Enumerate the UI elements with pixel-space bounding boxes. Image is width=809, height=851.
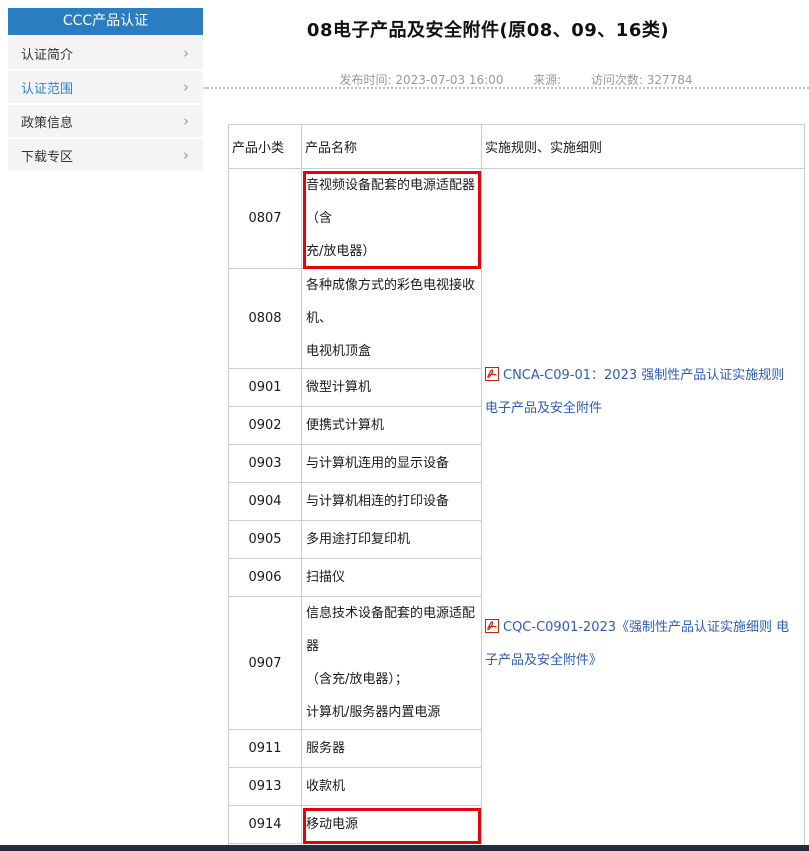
rule-pdf-link-label: CNCA-C09-01：2023 强制性产品认证实施规则 电子产品及安全附件 <box>485 368 785 416</box>
product-name-cell: 收款机 <box>301 767 482 806</box>
product-name: 收款机 <box>306 779 346 794</box>
product-name: 与计算机相连的打印设备 <box>306 494 450 509</box>
table-row: 0807 音视频设备配套的电源适配器（含 充/放电器） CNCA-C09-01：20… <box>228 168 805 851</box>
product-name: 信息技术设备配套的电源适配器 （含充/放电器）； 计算机/服务器内置电源 <box>306 606 476 720</box>
product-name-cell: 移动电源 <box>301 805 482 844</box>
product-code: 0905 <box>228 520 302 559</box>
sidebar-item-label: 认证范围 <box>21 81 74 97</box>
product-name: 便携式计算机 <box>306 418 385 433</box>
sidebar-item-policy[interactable]: 政策信息 › <box>8 105 203 137</box>
pdf-icon <box>485 613 499 633</box>
sidebar-title: CCC产品认证 <box>8 8 203 35</box>
sidebar-item-label: 认证简介 <box>21 47 74 63</box>
product-name-cell: 多用途打印复印机 <box>301 520 482 559</box>
footer-bar <box>0 845 809 851</box>
product-name-cell: 音视频设备配套的电源适配器（含 充/放电器） <box>301 168 482 269</box>
rule-pdf-link-label: CQC-C0901-2023《强制性产品认证实施细则 电子产品及安全附件》 <box>485 620 790 668</box>
product-name-cell: 各种成像方式的彩色电视接收机、 电视机顶盒 <box>301 268 482 369</box>
sidebar-item-scope[interactable]: 认证范围 › <box>8 71 203 103</box>
chevron-right-icon: › <box>183 145 189 164</box>
product-name-cell: 微型计算机 <box>301 368 482 407</box>
table-body: 0807 音视频设备配套的电源适配器（含 充/放电器） CNCA-C09-01：20… <box>228 168 805 851</box>
product-name: 与计算机连用的显示设备 <box>306 456 450 471</box>
pdf-icon <box>485 361 499 381</box>
table-header-row: 产品小类 产品名称 实施规则、实施细则 <box>228 124 805 169</box>
sidebar-item-label: 下载专区 <box>21 149 74 165</box>
publish-time-value: 2023-07-03 16:00 <box>395 73 504 87</box>
sidebar-item-download[interactable]: 下载专区 › <box>8 139 203 171</box>
product-name-cell: 便携式计算机 <box>301 406 482 445</box>
column-header-product-name: 产品名称 <box>301 124 482 169</box>
sidebar: CCC产品认证 认证简介 › 认证范围 › 政策信息 › 下载专区 › <box>8 8 203 171</box>
product-name: 多用途打印复印机 <box>306 532 411 547</box>
product-name: 微型计算机 <box>306 380 372 395</box>
product-code: 0807 <box>228 168 302 269</box>
source-label: 来源: <box>533 73 562 87</box>
product-code: 0911 <box>228 729 302 768</box>
product-code: 0914 <box>228 805 302 844</box>
chevron-right-icon: › <box>183 77 189 96</box>
product-code: 0808 <box>228 268 302 369</box>
products-table: 产品小类 产品名称 实施规则、实施细则 0807 音视频设备配套的电源适配器（含 … <box>228 124 805 851</box>
product-code: 0904 <box>228 482 302 521</box>
product-code: 0907 <box>228 596 302 730</box>
page-title: 08电子产品及安全附件(原08、09、16类) <box>306 20 670 41</box>
visits-value: 327784 <box>646 73 693 87</box>
sidebar-menu: 认证简介 › 认证范围 › 政策信息 › 下载专区 › <box>8 37 203 171</box>
product-name: 扫描仪 <box>306 570 346 585</box>
product-name-cell: 信息技术设备配套的电源适配器 （含充/放电器）； 计算机/服务器内置电源 <box>301 596 482 730</box>
product-name: 移动电源 <box>306 817 359 832</box>
product-name: 各种成像方式的彩色电视接收机、 电视机顶盒 <box>306 278 476 359</box>
product-name-cell: 与计算机相连的打印设备 <box>301 482 482 521</box>
product-code: 0902 <box>228 406 302 445</box>
product-name-cell: 与计算机连用的显示设备 <box>301 444 482 483</box>
product-name-cell: 扫描仪 <box>301 558 482 597</box>
chevron-right-icon: › <box>183 43 189 62</box>
product-name-cell: 服务器 <box>301 729 482 768</box>
product-code: 0901 <box>228 368 302 407</box>
product-code: 0903 <box>228 444 302 483</box>
product-name: 服务器 <box>306 741 346 756</box>
visits-label: 访问次数: <box>590 73 643 87</box>
rules-cell: CNCA-C09-01：2023 强制性产品认证实施规则 电子产品及安全附件 CQ… <box>481 168 805 851</box>
dotted-divider <box>204 87 809 89</box>
rule-pdf-link[interactable]: CQC-C0901-2023《强制性产品认证实施细则 电子产品及安全附件》 <box>485 611 801 677</box>
column-header-subclass: 产品小类 <box>228 124 302 169</box>
article-meta: 发布时间: 2023-07-03 16:00 来源: 访问次数: 327784 <box>228 71 804 88</box>
product-name: 音视频设备配套的电源适配器（含 充/放电器） <box>306 178 476 259</box>
column-header-rules: 实施规则、实施细则 <box>481 124 805 169</box>
sidebar-item-label: 政策信息 <box>21 115 74 131</box>
product-code: 0906 <box>228 558 302 597</box>
rule-pdf-link[interactable]: CNCA-C09-01：2023 强制性产品认证实施规则 电子产品及安全附件 <box>485 359 801 425</box>
product-code: 0913 <box>228 767 302 806</box>
publish-time-label: 发布时间: <box>339 73 392 87</box>
chevron-right-icon: › <box>183 111 189 130</box>
sidebar-item-intro[interactable]: 认证简介 › <box>8 37 203 69</box>
page: CCC产品认证 认证简介 › 认证范围 › 政策信息 › 下载专区 › 08电子产品及安全附件… <box>0 0 809 851</box>
